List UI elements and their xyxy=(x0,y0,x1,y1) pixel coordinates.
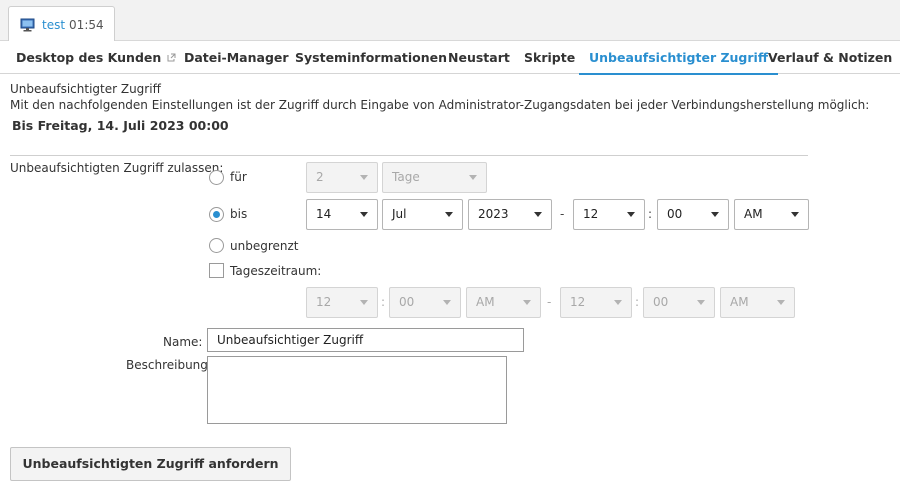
tab-system-info[interactable]: Systeminformationen xyxy=(295,41,447,74)
range-separator: - xyxy=(547,295,552,309)
chevron-down-icon xyxy=(791,212,799,217)
tab-label: Desktop des Kunden xyxy=(16,50,162,65)
timeframe-to-ampm-select: AM xyxy=(720,287,795,318)
name-input[interactable]: Unbeaufsichtiger Zugriff xyxy=(207,328,524,352)
session-time: 01:54 xyxy=(69,17,104,32)
monitor-icon xyxy=(20,18,35,31)
radio-until[interactable] xyxy=(209,207,224,222)
timeframe-from-minute-select: 00 xyxy=(389,287,461,318)
until-hour-select[interactable]: 12 xyxy=(573,199,645,230)
time-separator: : xyxy=(635,295,640,309)
tab-label: Systeminformationen xyxy=(295,50,448,65)
time-separator: : xyxy=(381,295,386,309)
description-textarea[interactable] xyxy=(207,356,507,424)
duration-amount-select: 2 xyxy=(306,162,378,193)
timeframe-label: Tageszeitraum: xyxy=(230,264,322,278)
duration-unit-select: Tage xyxy=(382,162,487,193)
tab-history-notes[interactable]: Verlauf & Notizen xyxy=(768,41,892,74)
chevron-down-icon xyxy=(360,212,368,217)
session-name: test xyxy=(42,17,66,32)
tab-file-manager[interactable]: Datei-Manager xyxy=(184,41,289,74)
session-tab[interactable]: test 01:54 xyxy=(8,6,115,42)
time-separator: : xyxy=(648,207,653,221)
until-ampm-select[interactable]: AM xyxy=(734,199,809,230)
until-month-select[interactable]: Jul xyxy=(382,199,463,230)
select-value: 2023 xyxy=(478,207,509,221)
radio-unlimited-label: unbegrenzt xyxy=(230,239,299,253)
radio-for-label: für xyxy=(230,170,247,184)
until-summary: Bis Freitag, 14. Juli 2023 00:00 xyxy=(12,118,229,133)
tab-label: Datei-Manager xyxy=(184,50,289,65)
request-access-button[interactable]: Unbeaufsichtigten Zugriff anfordern xyxy=(10,447,291,481)
tab-desktop[interactable]: Desktop des Kunden xyxy=(16,41,176,74)
until-year-select[interactable]: 2023 xyxy=(468,199,552,230)
select-value: 12 xyxy=(583,207,599,221)
select-value: 12 xyxy=(570,295,586,309)
chevron-down-icon xyxy=(697,300,705,305)
timeframe-from-ampm-select: AM xyxy=(466,287,541,318)
chevron-down-icon xyxy=(711,212,719,217)
until-day-select[interactable]: 14 xyxy=(306,199,378,230)
timeframe-from-hour-select: 12 xyxy=(306,287,378,318)
nav-tabs: Desktop des Kunden Datei-Manager Systemi… xyxy=(0,41,900,75)
select-value: 00 xyxy=(667,207,683,221)
select-value: 14 xyxy=(316,207,332,221)
tab-label: Verlauf & Notizen xyxy=(768,50,893,65)
select-value: AM xyxy=(744,207,763,221)
tab-label: Neustart xyxy=(448,50,510,65)
select-value: Tage xyxy=(392,170,420,184)
tab-restart[interactable]: Neustart xyxy=(448,41,510,74)
chevron-down-icon xyxy=(443,300,451,305)
chevron-down-icon xyxy=(523,300,531,305)
timeframe-to-minute-select: 00 xyxy=(643,287,715,318)
section-title: Unbeaufsichtigter Zugriff xyxy=(10,82,161,96)
active-tab-indicator xyxy=(579,73,778,75)
chevron-down-icon xyxy=(360,175,368,180)
chevron-down-icon xyxy=(627,212,635,217)
radio-unlimited[interactable] xyxy=(209,238,224,253)
chevron-down-icon xyxy=(777,300,785,305)
radio-for[interactable] xyxy=(209,170,224,185)
timeframe-checkbox[interactable] xyxy=(209,263,224,278)
tab-label: Unbeaufsichtigter Zugriff xyxy=(589,50,768,65)
tab-scripts[interactable]: Skripte xyxy=(524,41,575,74)
allow-label: Unbeaufsichtigten Zugriff zulassen: xyxy=(10,161,224,175)
select-value: 2 xyxy=(316,170,324,184)
tab-label: Skripte xyxy=(524,50,576,65)
timeframe-to-hour-select: 12 xyxy=(560,287,632,318)
tab-unattended-access[interactable]: Unbeaufsichtigter Zugriff xyxy=(579,41,778,75)
select-value: 00 xyxy=(399,295,415,309)
radio-until-label: bis xyxy=(230,207,248,221)
select-value: Jul xyxy=(392,207,407,221)
until-minute-select[interactable]: 00 xyxy=(657,199,729,230)
divider xyxy=(10,155,808,156)
select-value: AM xyxy=(476,295,495,309)
date-time-separator: - xyxy=(560,207,565,221)
description-label: Beschreibung xyxy=(126,358,208,372)
select-value: 00 xyxy=(653,295,669,309)
chevron-down-icon xyxy=(534,212,542,217)
chevron-down-icon xyxy=(614,300,622,305)
chevron-down-icon xyxy=(360,300,368,305)
chevron-down-icon xyxy=(445,212,453,217)
external-link-icon xyxy=(167,53,176,62)
name-label: Name: xyxy=(163,335,203,349)
session-bar: test 01:54 xyxy=(0,0,900,42)
select-value: 12 xyxy=(316,295,332,309)
select-value: AM xyxy=(730,295,749,309)
chevron-down-icon xyxy=(469,175,477,180)
section-description: Mit den nachfolgenden Einstellungen ist … xyxy=(10,98,870,112)
